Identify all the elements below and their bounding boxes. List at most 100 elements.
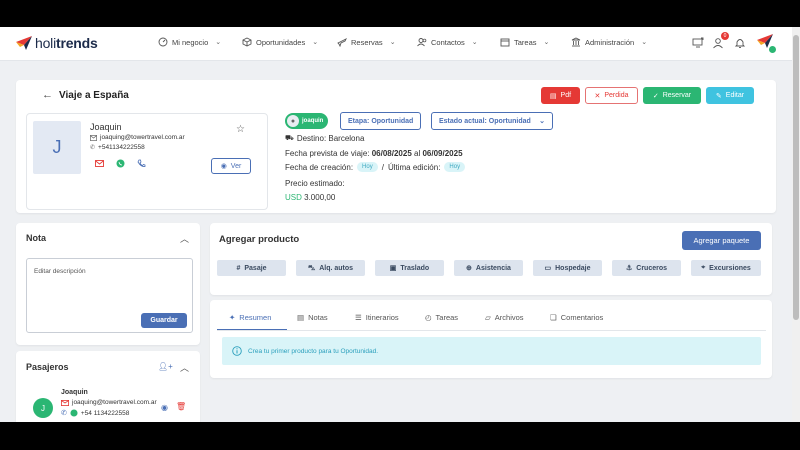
scrollbar-thumb[interactable] <box>793 35 799 320</box>
nav-label: Administración <box>585 37 635 47</box>
nav-label: Reservas <box>351 37 383 47</box>
product-hospedaje-button[interactable]: ▭ Hospedaje <box>533 260 602 276</box>
creacion-label: Fecha de creación: <box>285 162 354 172</box>
back-arrow-icon[interactable]: ← <box>42 89 53 101</box>
fecha-al: al <box>414 149 421 158</box>
trash-icon[interactable]: 🗑︎ <box>176 402 186 411</box>
tab-comentarios[interactable]: ❏ Comentarios <box>550 313 603 322</box>
product-excursiones-button[interactable]: ⌖ Excursiones <box>691 260 761 276</box>
product-alq-autos-button[interactable]: ⛍ Alq. autos <box>296 260 365 276</box>
mail-icon[interactable] <box>95 160 104 167</box>
tab-itinerarios[interactable]: ☰ Itinerarios <box>355 313 399 322</box>
editar-button[interactable]: ✎ Editar <box>706 87 754 104</box>
chevron-down-icon: ⌄ <box>543 39 550 46</box>
star-icon[interactable]: ☆ <box>236 124 245 135</box>
edicion-badge: Hoy <box>444 162 466 172</box>
product-asistencia-button[interactable]: ⊕ Asistencia <box>454 260 523 276</box>
page-title: Viaje a España <box>59 89 129 101</box>
estado-dropdown[interactable]: Estado actual: Oportunidad ⌄ <box>431 112 553 130</box>
brand-logo[interactable]: holitrends <box>16 35 98 51</box>
reservar-label: Reservar <box>662 92 692 99</box>
owner-chip[interactable]: ● joaquin <box>285 113 329 129</box>
whatsapp-icon[interactable] <box>70 409 78 417</box>
tab-label: Comentarios <box>560 313 604 322</box>
nav-oportunidades[interactable]: Oportunidades ⌄ <box>242 37 318 47</box>
nav-label: Mi negocio <box>172 37 209 47</box>
contact-avatar: J <box>33 121 81 174</box>
check-icon: ✓ <box>652 92 659 100</box>
hash-icon: # <box>236 264 241 272</box>
product-label: Asistencia <box>475 264 511 272</box>
etapa-chip[interactable]: Etapa: Oportunidad <box>340 112 422 130</box>
top-bar: holitrends Mi negocio ⌄ Oportunidades ⌄ Re… <box>0 27 800 61</box>
notification-badge: 0 <box>721 32 729 40</box>
monitor-icon[interactable] <box>692 37 704 49</box>
mail-icon <box>90 134 97 141</box>
nav-administracion[interactable]: Administración ⌄ <box>571 37 647 47</box>
add-user-icon[interactable]: 👤︎+ <box>158 362 173 371</box>
precio-value: 3.000,00 <box>304 193 336 202</box>
guardar-button[interactable]: Guardar <box>141 313 187 328</box>
ver-contact-button[interactable]: ◉ Ver <box>211 158 251 174</box>
chevron-up-icon[interactable]: ︿ <box>180 361 189 374</box>
bus-icon: ⛟ <box>285 135 294 142</box>
chevron-down-icon: ⌄ <box>215 39 222 46</box>
users-icon <box>417 38 427 47</box>
tab-label: Notas <box>308 313 328 322</box>
bell-icon[interactable] <box>734 37 746 49</box>
phone-icon: ✆ <box>90 145 96 151</box>
tab-label: Tareas <box>435 313 459 322</box>
pasajero-email-row: joaquing@towertravel.com.ar <box>61 399 157 406</box>
pasajero-name: Joaquin <box>61 389 88 396</box>
product-cruceros-button[interactable]: ⚓︎ Cruceros <box>612 260 681 276</box>
creacion-badge: Hoy <box>357 162 378 172</box>
fecha-label: Fecha prevista de viaje: <box>285 149 370 158</box>
tab-notas[interactable]: ▤ Notas <box>297 313 328 322</box>
nav-tareas[interactable]: Tareas ⌄ <box>500 37 549 47</box>
pasajero-email: joaquing@towertravel.com.ar <box>72 399 157 406</box>
contact-actions <box>95 159 146 168</box>
calendar-icon <box>500 38 510 47</box>
chevron-down-icon: ⌄ <box>389 39 396 46</box>
pasajero-phone-row: ✆ +54 1134222558 <box>61 409 129 417</box>
account-avatar[interactable] <box>757 34 779 54</box>
note-icon: ▤ <box>297 313 305 322</box>
plane-icon <box>337 37 347 47</box>
nav-label: Tareas <box>514 37 537 47</box>
perdida-label: Perdida <box>604 92 629 99</box>
tab-archivos[interactable]: ▱ Archivos <box>485 313 524 322</box>
perdida-button[interactable]: ✕ Perdida <box>585 87 638 104</box>
info-alert: Crea tu primer producto para tu Oportuni… <box>222 337 761 365</box>
product-label: Pasaje <box>244 264 267 272</box>
nav-reservas[interactable]: Reservas ⌄ <box>337 37 396 47</box>
product-traslado-button[interactable]: ▣ Traslado <box>375 260 444 276</box>
info-message: Crea tu primer producto para tu Oportuni… <box>248 347 379 355</box>
nav-mi-negocio[interactable]: Mi negocio ⌄ <box>158 37 221 47</box>
first-aid-icon: ⊕ <box>466 265 472 272</box>
eye-icon: ◉ <box>220 163 227 170</box>
phone-icon[interactable] <box>137 159 146 168</box>
destino-text: Destino: Barcelona <box>296 134 365 143</box>
nav-contactos[interactable]: Contactos ⌄ <box>417 37 478 47</box>
page-scrollbar[interactable] <box>792 27 800 422</box>
product-pasaje-button[interactable]: # Pasaje <box>217 260 286 276</box>
editar-label: Editar <box>725 92 745 99</box>
close-icon: ✕ <box>594 92 601 100</box>
tab-tareas[interactable]: ◴ Tareas <box>425 313 458 322</box>
tab-resumen[interactable]: ✦ Resumen <box>229 313 271 322</box>
fecha-hasta: 06/09/2025 <box>422 149 463 158</box>
agregar-paquete-button[interactable]: Agregar paquete <box>682 231 761 250</box>
chevron-up-icon[interactable]: ︿ <box>180 232 189 245</box>
whatsapp-icon[interactable] <box>116 159 125 168</box>
eye-icon[interactable]: ◉ <box>161 403 168 412</box>
chevron-down-icon: ⌄ <box>641 39 648 46</box>
fecha-viaje-row: Fecha prevista de viaje: 06/08/2025 al 0… <box>285 149 463 158</box>
mail-icon[interactable] <box>61 399 69 406</box>
chevron-down-icon: ⌄ <box>312 39 319 46</box>
nota-title: Nota <box>26 233 46 243</box>
pencil-icon: ✎ <box>715 92 722 100</box>
contact-phone: +541134222558 <box>98 144 145 151</box>
reservar-button[interactable]: ✓ Reservar <box>643 87 701 104</box>
phone-icon[interactable]: ✆ <box>61 409 67 417</box>
pdf-button[interactable]: ▤ Pdf <box>541 87 580 104</box>
